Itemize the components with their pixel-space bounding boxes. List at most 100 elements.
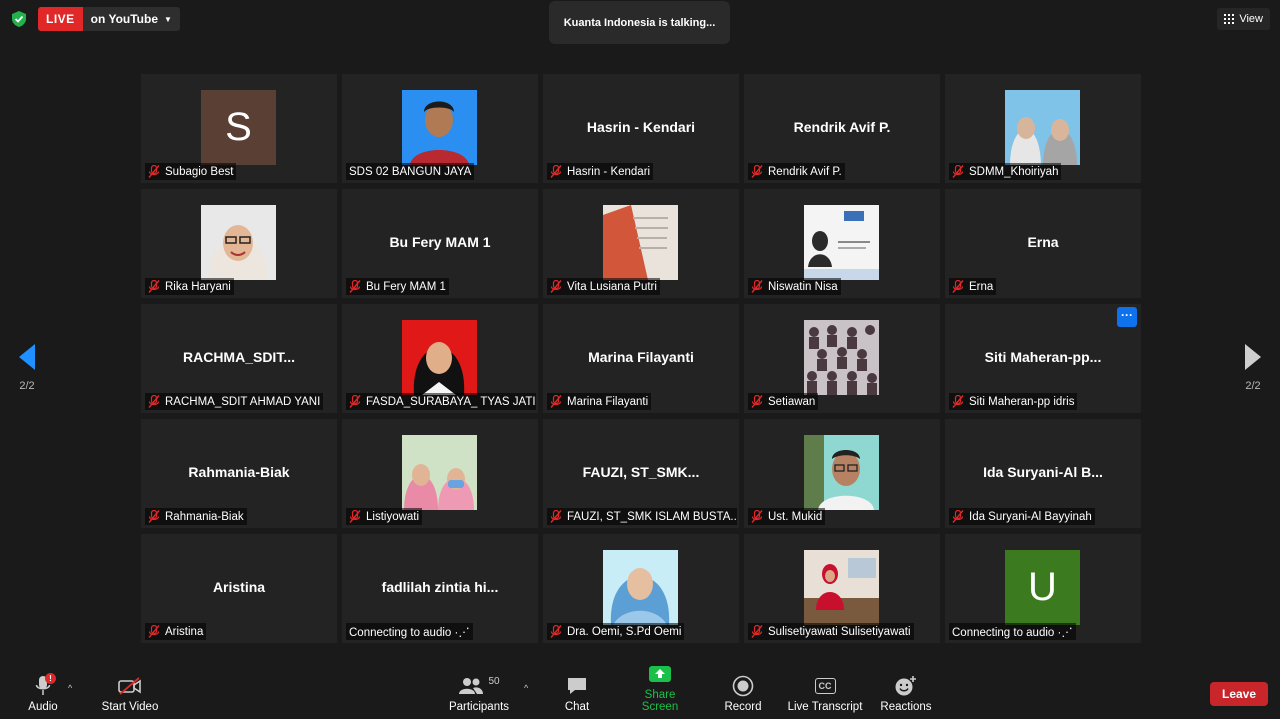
- participant-avatar: U: [1005, 550, 1080, 625]
- participant-tile[interactable]: Aristina Aristina: [141, 534, 337, 643]
- participant-name-label: Niswatin Nisa: [748, 278, 841, 295]
- muted-microphone-icon: [751, 164, 763, 178]
- participant-tile[interactable]: Listiyowati: [342, 419, 538, 528]
- participant-tile[interactable]: Dra. Oemi, S.Pd Oemi: [543, 534, 739, 643]
- participant-tile[interactable]: Ust. Mukid: [744, 419, 940, 528]
- participant-tile[interactable]: Rendrik Avif P. Rendrik Avif P.: [744, 74, 940, 183]
- participants-options-caret-icon[interactable]: ^: [524, 683, 528, 693]
- participant-tile[interactable]: FASDA_SURABAYA_ TYAS JATI...: [342, 304, 538, 413]
- participant-name-label: Erna: [949, 278, 997, 295]
- audio-warning-badge: !: [45, 673, 56, 684]
- participant-name: Bu Fery MAM 1: [366, 280, 446, 293]
- participant-display-name: FAUZI, ST_SMK...: [582, 464, 700, 480]
- participant-video-thumbnail: [603, 550, 678, 625]
- participant-name-label: Vita Lusiana Putri: [547, 278, 660, 295]
- muted-microphone-icon: [952, 394, 964, 408]
- participant-tile[interactable]: Rika Haryani: [141, 189, 337, 298]
- participant-name: Marina Filayanti: [567, 395, 649, 408]
- chat-button[interactable]: Chat: [560, 674, 594, 713]
- participant-display-name: Marina Filayanti: [588, 349, 694, 365]
- participant-name-label: Marina Filayanti: [547, 393, 652, 410]
- muted-microphone-icon: [751, 279, 763, 293]
- participant-tile[interactable]: Marina Filayanti Marina Filayanti: [543, 304, 739, 413]
- closed-caption-icon: CC: [814, 678, 836, 694]
- participant-tile[interactable]: Erna Erna: [945, 189, 1141, 298]
- participant-tile[interactable]: Sulisetiyawati Sulisetiyawati: [744, 534, 940, 643]
- audio-options-caret-icon[interactable]: ^: [68, 683, 72, 693]
- participant-tile[interactable]: Vita Lusiana Putri: [543, 189, 739, 298]
- participant-tile[interactable]: SDMM_Khoiriyah: [945, 74, 1141, 183]
- next-page-button[interactable]: 2/2: [1238, 344, 1268, 392]
- participant-name-label: Connecting to audio ·⋰: [346, 623, 473, 640]
- participant-video-thumbnail: [402, 435, 477, 510]
- muted-microphone-icon: [148, 394, 160, 408]
- participant-tile[interactable]: Bu Fery MAM 1 Bu Fery MAM 1: [342, 189, 538, 298]
- active-speaker-banner: Kuanta Indonesia is talking...: [549, 1, 730, 44]
- audio-button[interactable]: ! Audio: [28, 673, 58, 713]
- participants-button[interactable]: 50 Participants: [448, 674, 510, 714]
- share-screen-button[interactable]: Share Screen: [626, 662, 694, 713]
- participant-name-label: Siti Maheran-pp idris: [949, 393, 1078, 410]
- participant-name-label: Rahmania-Biak: [145, 508, 247, 525]
- participant-tile[interactable]: fadlilah zintia hi... Connecting to audio…: [342, 534, 538, 643]
- start-video-button[interactable]: Start Video: [100, 674, 160, 713]
- participant-name-label: Subagio Best: [145, 163, 237, 180]
- participant-tile[interactable]: Hasrin - Kendari Hasrin - Kendari: [543, 74, 739, 183]
- participant-name: FAUZI, ST_SMK ISLAM BUSTA...: [567, 510, 737, 523]
- leave-meeting-button[interactable]: Leave: [1210, 682, 1268, 706]
- muted-microphone-icon: [751, 624, 763, 638]
- muted-microphone-icon: [550, 624, 562, 638]
- participant-name-label: Ust. Mukid: [748, 508, 826, 525]
- participant-name: Connecting to audio ·⋰: [349, 626, 470, 639]
- participant-display-name: Siti Maheran-pp...: [984, 349, 1102, 365]
- participant-name: Connecting to audio ·⋰: [952, 626, 1073, 639]
- muted-microphone-icon: [952, 279, 964, 293]
- participant-name-label: Bu Fery MAM 1: [346, 278, 449, 295]
- participant-display-name: Hasrin - Kendari: [586, 119, 696, 135]
- participant-video-thumbnail: [804, 435, 879, 510]
- muted-microphone-icon: [952, 164, 964, 178]
- live-destination-dropdown[interactable]: on YouTube ▼: [82, 7, 180, 31]
- record-button[interactable]: Record: [722, 674, 764, 713]
- reactions-button[interactable]: Reactions: [878, 674, 934, 713]
- participant-tile[interactable]: SDS 02 BANGUN JAYA: [342, 74, 538, 183]
- more-options-button[interactable]: ···: [1117, 307, 1137, 327]
- muted-microphone-icon: [550, 509, 562, 523]
- participant-display-name: Rendrik Avif P.: [793, 119, 891, 135]
- leave-label: Leave: [1221, 687, 1257, 701]
- live-destination-label: on YouTube: [90, 12, 158, 26]
- participant-name-label: Aristina: [145, 623, 207, 640]
- participant-tile[interactable]: Siti Maheran-pp... ··· Siti Maheran-pp idr…: [945, 304, 1141, 413]
- participant-name: Subagio Best: [165, 165, 234, 178]
- previous-page-button[interactable]: 2/2: [12, 344, 42, 392]
- participant-tile[interactable]: FAUZI, ST_SMK... FAUZI, ST_SMK ISLAM BUST…: [543, 419, 739, 528]
- audio-label: Audio: [28, 701, 58, 713]
- participant-name: Siti Maheran-pp idris: [969, 395, 1075, 408]
- live-transcript-button[interactable]: CC Live Transcript: [786, 674, 864, 713]
- live-streaming-indicator[interactable]: LIVE on YouTube ▼: [38, 7, 180, 31]
- arrow-left-icon: [19, 344, 35, 370]
- view-button[interactable]: View: [1217, 8, 1270, 30]
- participant-tile[interactable]: Rahmania-Biak Rahmania-Biak: [141, 419, 337, 528]
- participant-video-thumbnail: [1005, 90, 1080, 165]
- participant-tile[interactable]: Ida Suryani-Al B... Ida Suryani-Al Bayyin…: [945, 419, 1141, 528]
- active-speaker-text: Kuanta Indonesia is talking...: [563, 16, 716, 29]
- avatar-letter: U: [1028, 565, 1057, 609]
- participant-tile[interactable]: S Subagio Best: [141, 74, 337, 183]
- participant-name-label: FASDA_SURABAYA_ TYAS JATI...: [346, 393, 536, 410]
- participant-tile[interactable]: U Connecting to audio ·⋰: [945, 534, 1141, 643]
- participant-tile[interactable]: Niswatin Nisa: [744, 189, 940, 298]
- record-label: Record: [724, 701, 762, 713]
- muted-microphone-icon: [148, 164, 160, 178]
- security-shield-icon[interactable]: [10, 10, 28, 28]
- participant-tile[interactable]: Setiawan: [744, 304, 940, 413]
- participant-gallery: S Subagio Best SDS 02 BANGUN JAYA Hasrin - …: [141, 74, 1141, 643]
- muted-microphone-icon: [349, 279, 361, 293]
- muted-microphone-icon: [148, 279, 160, 293]
- participant-name: Ust. Mukid: [768, 510, 823, 523]
- participant-name: Sulisetiyawati Sulisetiyawati: [768, 625, 911, 638]
- reactions-smiley-icon: [895, 676, 916, 696]
- participant-tile[interactable]: RACHMA_SDIT... RACHMA_SDIT AHMAD YANI: [141, 304, 337, 413]
- participant-name: Ida Suryani-Al Bayyinah: [969, 510, 1092, 523]
- participant-display-name: Ida Suryani-Al B...: [983, 464, 1103, 480]
